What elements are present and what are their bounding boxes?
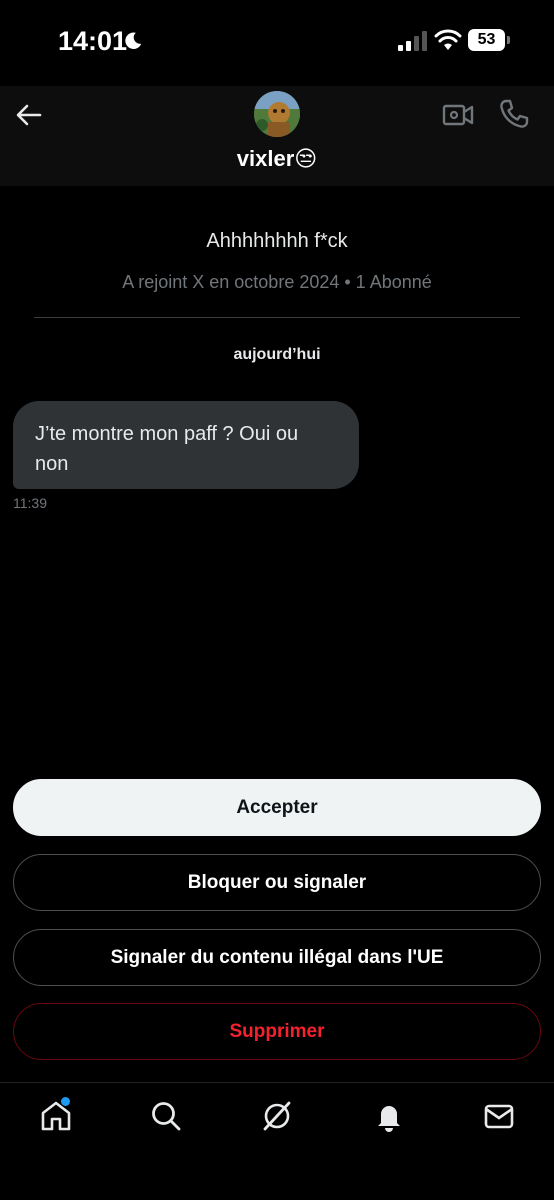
search-icon[interactable] [149, 1099, 183, 1133]
report-illegal-content-button[interactable]: Signaler du contenu illégal dans l'UE [13, 929, 541, 986]
message-timestamp: 11:39 [13, 495, 47, 511]
contact-name[interactable]: vixler😒 [0, 146, 554, 172]
status-time: 14:01 [58, 26, 128, 56]
avatar-image [254, 91, 300, 137]
bottom-nav [0, 1082, 554, 1200]
notifications-icon[interactable] [372, 1099, 406, 1133]
profile-bio: Ahhhhhhhh f*ck [206, 230, 348, 252]
block-or-report-button[interactable]: Bloquer ou signaler [13, 854, 541, 911]
grok-icon[interactable] [260, 1099, 294, 1133]
video-call-icon[interactable] [442, 100, 474, 130]
day-separator: aujourd’hui [233, 346, 321, 363]
conversation-header: vixler😒 [0, 86, 554, 186]
moon-icon [125, 32, 142, 49]
battery-level: 53 [468, 29, 505, 51]
home-notification-badge [61, 1097, 70, 1106]
accept-button[interactable]: Accepter [13, 779, 541, 836]
message-bubble[interactable]: J’te montre mon paff ? Oui ou non [13, 401, 359, 489]
wifi-icon [434, 29, 462, 50]
back-arrow-icon[interactable] [14, 100, 44, 130]
phone-call-icon[interactable] [498, 98, 530, 130]
avatar[interactable] [254, 91, 300, 137]
battery-indicator: 53 [468, 29, 510, 51]
battery-tip [507, 36, 510, 44]
messages-icon[interactable] [482, 1099, 516, 1133]
divider [34, 317, 520, 318]
status-bar: 14:01 53 [0, 0, 554, 86]
signal-icon [398, 31, 427, 51]
delete-button[interactable]: Supprimer [13, 1003, 541, 1060]
profile-join-info: A rejoint X en octobre 2024 • 1 Abonné [122, 272, 432, 292]
